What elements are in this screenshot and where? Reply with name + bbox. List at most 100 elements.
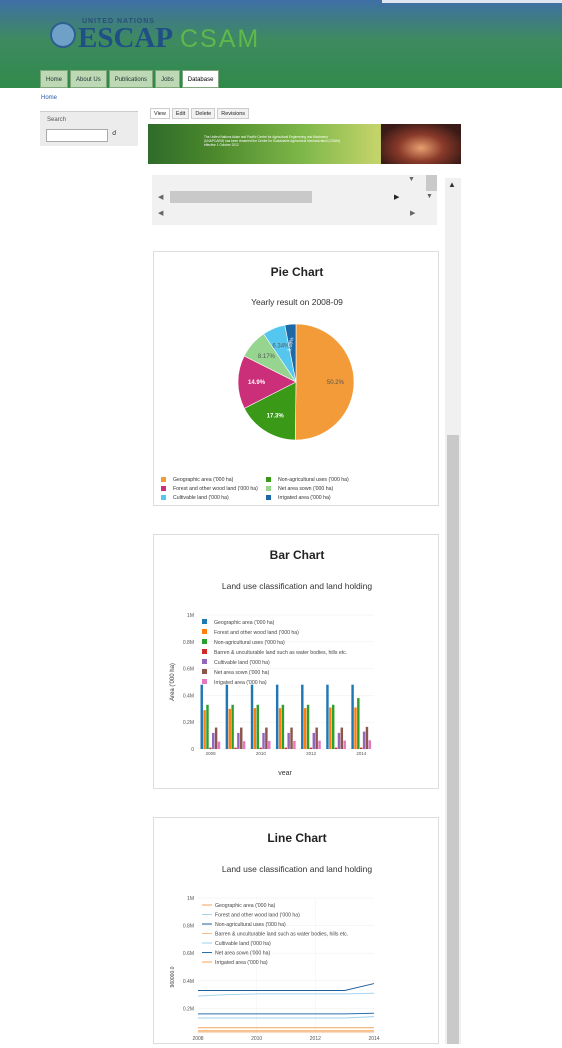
- search-input[interactable]: [46, 129, 108, 142]
- csam-logo[interactable]: CSAM: [180, 25, 260, 54]
- pie-legend-item[interactable]: Non-agricultural uses ('000 ha): [266, 477, 349, 483]
- nav-tab-database[interactable]: Database: [181, 70, 220, 88]
- bar-legend-item[interactable]: Non-agricultural uses ('000 ha): [214, 640, 285, 646]
- bar[interactable]: [203, 710, 206, 749]
- bar[interactable]: [284, 747, 288, 749]
- nav-tab-publications[interactable]: Publications: [108, 70, 154, 88]
- frame-scroll-down2-icon[interactable]: ▼: [426, 193, 433, 200]
- line-legend-item[interactable]: Net area sown ('000 ha): [215, 951, 270, 957]
- page-scrollbar-thumb[interactable]: [447, 435, 459, 1044]
- bar-legend-item[interactable]: Cultivable land ('000 ha): [214, 660, 270, 666]
- line-legend-item[interactable]: Irrigated area ('000 ha): [215, 960, 268, 966]
- bar-legend-item[interactable]: Geographic area ('000 ha): [214, 620, 275, 626]
- bar[interactable]: [312, 732, 316, 749]
- line-legend-item[interactable]: Barren & unculturable land such as water…: [215, 932, 348, 938]
- breadcrumb-home[interactable]: Home: [41, 95, 57, 101]
- bar-legend-item[interactable]: Irrigated area ('000 ha): [214, 680, 267, 686]
- pie-legend-item[interactable]: Cultivable land ('000 ha): [161, 495, 229, 501]
- frame-scroll-left2-icon[interactable]: ◀: [158, 209, 163, 217]
- bar[interactable]: [209, 747, 212, 749]
- bar[interactable]: [340, 727, 344, 749]
- bar[interactable]: [334, 747, 338, 749]
- line-series[interactable]: [197, 992, 375, 997]
- bar[interactable]: [368, 740, 372, 749]
- bar[interactable]: [354, 707, 357, 749]
- bar[interactable]: [250, 684, 254, 749]
- frame-scrollbar-thumb[interactable]: [170, 191, 312, 203]
- nav-tab-about-us[interactable]: About Us: [70, 70, 107, 88]
- bar[interactable]: [237, 732, 240, 749]
- line-chart-plot[interactable]: 0.2M 0.4M 0.6M 0.8M 1M 960000.0 2008 2010 2012 20…: [154, 888, 440, 1048]
- line-legend-item[interactable]: Cultivable land ('000 ha): [215, 941, 271, 947]
- bar[interactable]: [275, 684, 279, 749]
- bar[interactable]: [281, 704, 285, 749]
- escap-logo[interactable]: ESCAP: [78, 22, 173, 55]
- bar-chart-plot[interactable]: 0 0.2M 0.4M 0.6M 0.8M 1M Area ('000 ha) 2008 201…: [154, 605, 440, 775]
- bar-legend-item[interactable]: Barren & unculturable land such as water…: [214, 650, 347, 656]
- bar[interactable]: [301, 684, 304, 749]
- bar[interactable]: [200, 684, 203, 749]
- tab-delete[interactable]: Delete: [191, 108, 216, 119]
- bar[interactable]: [262, 732, 265, 749]
- bar[interactable]: [234, 747, 237, 749]
- bar[interactable]: [287, 732, 290, 749]
- bar[interactable]: [278, 708, 282, 749]
- bar[interactable]: [293, 740, 296, 749]
- bar[interactable]: [290, 727, 293, 749]
- bar[interactable]: [242, 741, 246, 749]
- bar[interactable]: [259, 747, 262, 749]
- pie-legend-item[interactable]: Geographic area ('000 ha): [161, 477, 233, 483]
- bar[interactable]: [256, 704, 259, 749]
- bar[interactable]: [359, 747, 363, 749]
- nav-tab-jobs[interactable]: Jobs: [155, 70, 180, 88]
- bar[interactable]: [253, 708, 257, 749]
- line-legend-item[interactable]: Non-agricultural uses ('000 ha): [215, 922, 286, 928]
- tab-edit[interactable]: Edit: [171, 108, 190, 119]
- bar[interactable]: [225, 684, 229, 749]
- pie-slice[interactable]: [294, 323, 355, 441]
- pie-legend-item[interactable]: Net area sown ('000 ha): [266, 486, 333, 492]
- bar[interactable]: [315, 727, 318, 749]
- bar[interactable]: [217, 741, 221, 749]
- bar[interactable]: [212, 732, 215, 749]
- pie-chart-plot[interactable]: 50.2%17.3%14.9%8.17%6.34%3.09%: [154, 322, 440, 442]
- bar[interactable]: [265, 727, 268, 749]
- bar-legend-item[interactable]: Forest and other wood land ('000 ha): [214, 630, 299, 636]
- line-legend-item[interactable]: Forest and other wood land ('000 ha): [215, 913, 300, 919]
- frame-vertical-thumb[interactable]: [426, 175, 437, 191]
- tab-revisions[interactable]: Revisions: [217, 108, 250, 119]
- line-series[interactable]: [198, 983, 375, 991]
- bar[interactable]: [362, 731, 366, 749]
- bar[interactable]: [318, 740, 321, 749]
- bar[interactable]: [231, 704, 234, 749]
- bar[interactable]: [329, 707, 332, 749]
- frame-scroll-right2-icon[interactable]: ▶: [410, 209, 415, 217]
- line-series[interactable]: [198, 1016, 375, 1019]
- bar[interactable]: [303, 708, 307, 749]
- search-icon[interactable]: ☌: [112, 129, 117, 137]
- bar[interactable]: [228, 708, 231, 749]
- bar[interactable]: [309, 747, 313, 749]
- pie-legend-item[interactable]: Forest and other wood land ('000 ha): [161, 486, 258, 492]
- bar[interactable]: [343, 740, 346, 749]
- bar[interactable]: [337, 732, 341, 749]
- bar[interactable]: [326, 684, 329, 749]
- bar[interactable]: [214, 727, 218, 749]
- bar-legend-item[interactable]: Net area sown ('000 ha): [214, 670, 269, 676]
- pie-legend-item[interactable]: Irrigated area ('000 ha): [266, 495, 331, 501]
- frame-scroll-left-icon[interactable]: ◀: [158, 193, 163, 201]
- line-legend-item[interactable]: Geographic area ('000 ha): [215, 903, 276, 909]
- line-series[interactable]: [198, 1012, 375, 1015]
- frame-scroll-right-icon[interactable]: ▶: [394, 193, 399, 201]
- tab-view[interactable]: View: [150, 108, 170, 119]
- scroll-up-icon[interactable]: ▲: [448, 180, 456, 189]
- bar[interactable]: [331, 704, 335, 749]
- frame-scroll-down-icon[interactable]: ▼: [408, 176, 415, 183]
- bar[interactable]: [206, 704, 209, 749]
- bar[interactable]: [268, 740, 271, 749]
- bar[interactable]: [357, 698, 360, 749]
- bar[interactable]: [351, 684, 354, 749]
- bar[interactable]: [306, 704, 310, 749]
- embedded-frame[interactable]: ▼ ◀ ▶ ▼ ◀ ▶: [152, 175, 437, 225]
- nav-tab-home[interactable]: Home: [40, 70, 69, 88]
